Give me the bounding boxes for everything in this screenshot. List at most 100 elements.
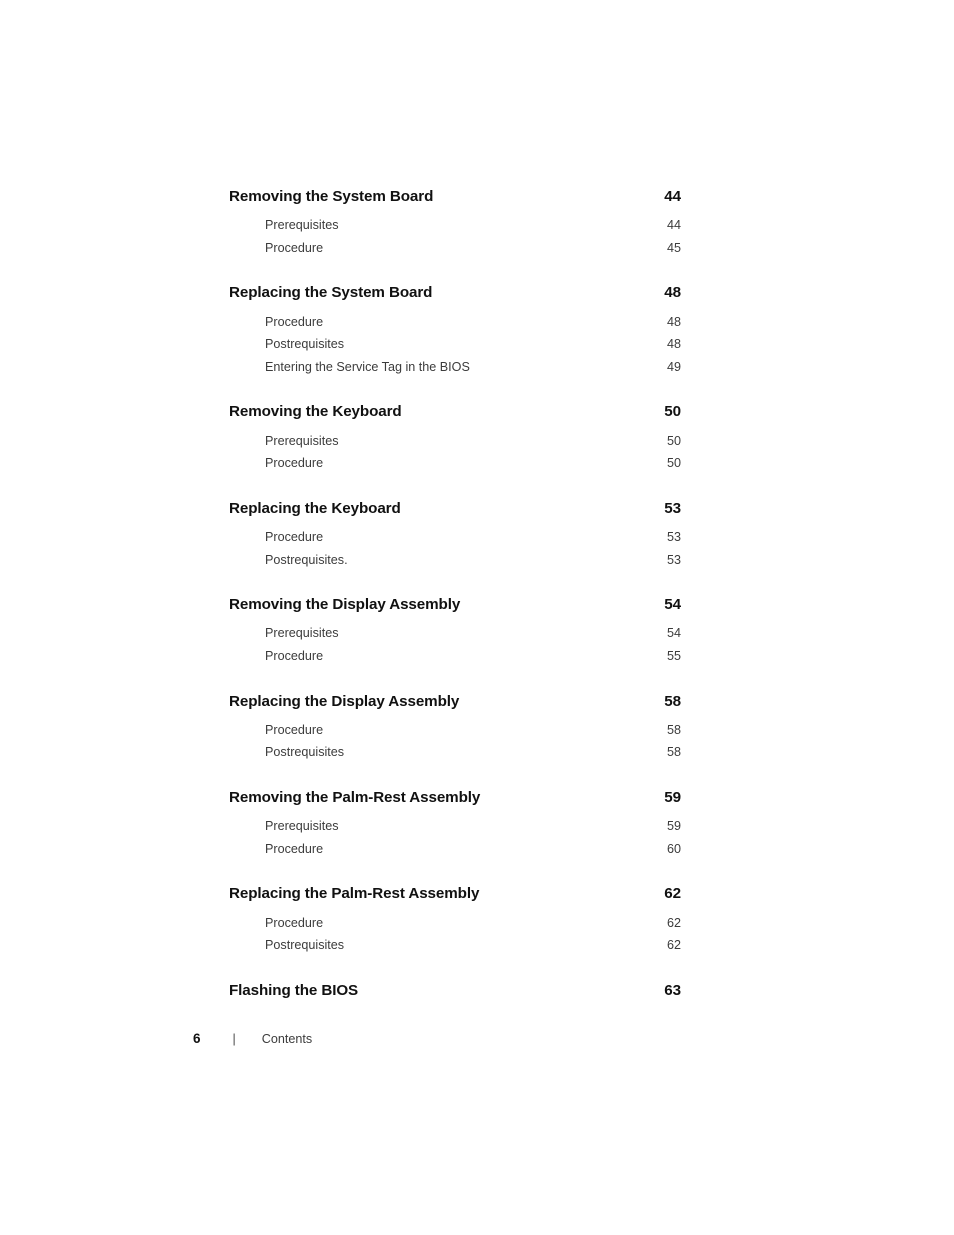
toc-heading-title: Replacing the Display Assembly bbox=[229, 692, 460, 710]
toc-subentry[interactable]: Entering the Service Tag in the BIOS 49 bbox=[229, 361, 681, 374]
toc-heading-entry[interactable]: Replacing the Palm-Rest Assembly 62 bbox=[229, 886, 681, 901]
toc-subentry[interactable]: Procedure 60 bbox=[229, 843, 681, 856]
toc-subentry[interactable]: Prerequisites 50 bbox=[229, 433, 681, 448]
toc-group: Replacing the Display Assembly 58 Procedur… bbox=[229, 692, 681, 759]
toc-subentry-title: Procedure bbox=[265, 722, 324, 737]
toc-heading-page-number: 53 bbox=[664, 499, 681, 517]
toc-heading-spacer bbox=[229, 612, 681, 627]
toc-subentry-page-number: 58 bbox=[666, 745, 681, 760]
toc-heading-page-number: 50 bbox=[664, 403, 681, 421]
toc-heading-title: Replacing the Palm-Rest Assembly bbox=[229, 885, 480, 903]
toc-heading-spacer bbox=[229, 301, 681, 316]
toc-heading-entry[interactable]: Removing the System Board 44 bbox=[229, 189, 681, 204]
toc-group: Removing the Palm-Rest Assembly 59 Prerequ… bbox=[229, 790, 681, 855]
toc-group: Removing the System Board 44 Prerequisites… bbox=[229, 189, 681, 254]
toc-subentry[interactable]: Procedure 45 bbox=[229, 242, 681, 255]
toc-subentry[interactable]: Procedure 48 bbox=[229, 314, 681, 329]
toc-subentry-list: Procedure 62 Postrequisites 62 bbox=[229, 915, 681, 952]
toc-subentry[interactable]: Prerequisites 59 bbox=[229, 820, 681, 833]
toc-group-spacer bbox=[229, 566, 681, 597]
toc-heading-spacer bbox=[229, 902, 681, 917]
toc-heading-page-number: 44 bbox=[664, 188, 681, 205]
toc-subentry-title: Postrequisites. bbox=[265, 552, 348, 567]
toc-subentry-page-number: 62 bbox=[666, 915, 681, 930]
toc-heading-page-number: 63 bbox=[664, 981, 681, 999]
toc-subentry[interactable]: Postrequisites 58 bbox=[229, 746, 681, 759]
toc-heading-page-number: 54 bbox=[664, 596, 681, 614]
toc-heading-entry[interactable]: Removing the Display Assembly 54 bbox=[229, 597, 681, 612]
toc-heading-title: Removing the Palm-Rest Assembly bbox=[229, 788, 481, 806]
toc-subentry-page-number: 62 bbox=[666, 938, 681, 953]
toc-heading-page-number: 48 bbox=[664, 284, 681, 302]
toc-subentry-title: Prerequisites bbox=[265, 626, 339, 641]
toc-subentry-title: Procedure bbox=[265, 456, 324, 471]
toc-heading-entry[interactable]: Removing the Keyboard 50 bbox=[229, 404, 681, 419]
toc-subentry-title: Procedure bbox=[265, 314, 324, 329]
toc-subentry-list: Prerequisites 50 Procedure 50 bbox=[229, 433, 681, 470]
toc-heading-spacer bbox=[229, 420, 681, 435]
toc-heading-title: Replacing the System Board bbox=[229, 284, 433, 302]
toc-subentry-page-number: 59 bbox=[666, 819, 681, 834]
toc-subentry-title: Prerequisites bbox=[265, 433, 339, 448]
toc-subentry-list: Procedure 48 Postrequisites 48 Entering the … bbox=[229, 314, 681, 374]
toc-subentry[interactable]: Postrequisites. 53 bbox=[229, 552, 681, 567]
toc-subentry-title: Prerequisites bbox=[265, 218, 339, 233]
toc-heading-page-number: 59 bbox=[664, 788, 681, 806]
toc-subentry-page-number: 50 bbox=[666, 456, 681, 471]
toc-heading-entry[interactable]: Replacing the System Board 48 bbox=[229, 285, 681, 300]
toc-subentry[interactable]: Prerequisites 54 bbox=[229, 627, 681, 640]
toc-subentry-list: Procedure 53 Postrequisites. 53 bbox=[229, 531, 681, 566]
toc-heading-page-number: 62 bbox=[664, 885, 681, 903]
toc-group-spacer bbox=[229, 470, 681, 501]
toc-subentry-page-number: 60 bbox=[666, 841, 681, 856]
toc-subentry-title: Postrequisites bbox=[265, 745, 345, 760]
toc-subentry-page-number: 58 bbox=[666, 722, 681, 737]
toc-heading-page-number: 58 bbox=[664, 692, 681, 710]
toc-heading-spacer bbox=[229, 805, 681, 820]
toc-heading-title: Replacing the Keyboard bbox=[229, 499, 401, 517]
toc-subentry-list: Prerequisites 54 Procedure 55 bbox=[229, 627, 681, 662]
toc-subentry-page-number: 55 bbox=[666, 648, 681, 663]
toc-heading-spacer bbox=[229, 516, 681, 531]
toc-subentry-title: Prerequisites bbox=[265, 819, 339, 834]
toc-subentry-page-number: 53 bbox=[666, 529, 681, 544]
toc-subentry[interactable]: Postrequisites 62 bbox=[229, 939, 681, 952]
toc-subentry-title: Procedure bbox=[265, 841, 324, 856]
toc-subentry-title: Postrequisites bbox=[265, 337, 345, 352]
toc-subentry-page-number: 50 bbox=[666, 433, 681, 448]
toc-subentry-page-number: 48 bbox=[666, 314, 681, 329]
toc-subentry[interactable]: Procedure 50 bbox=[229, 457, 681, 470]
toc-subentry-page-number: 48 bbox=[666, 337, 681, 352]
toc-subentry-page-number: 49 bbox=[666, 359, 681, 374]
toc-heading-entry[interactable]: Replacing the Keyboard 53 bbox=[229, 501, 681, 516]
toc-subentry-list: Prerequisites 44 Procedure 45 bbox=[229, 219, 681, 254]
table-of-contents: Removing the System Board 44 Prerequisites… bbox=[229, 189, 681, 998]
toc-subentry-page-number: 45 bbox=[666, 240, 681, 255]
footer-page-number: 6 bbox=[193, 1031, 201, 1046]
toc-heading-title: Removing the Keyboard bbox=[229, 403, 402, 421]
toc-subentry[interactable]: Prerequisites 44 bbox=[229, 219, 681, 232]
page-footer: 6 | Contents bbox=[193, 1031, 312, 1046]
toc-heading-entry[interactable]: Replacing the Display Assembly 58 bbox=[229, 692, 681, 710]
toc-subentry-page-number: 44 bbox=[666, 218, 681, 233]
toc-group: Replacing the Palm-Rest Assembly 62 Proced… bbox=[229, 886, 681, 951]
toc-subentry[interactable]: Procedure 53 bbox=[229, 531, 681, 544]
toc-subentry[interactable]: Postrequisites 48 bbox=[229, 338, 681, 351]
toc-heading-entry[interactable]: Flashing the BIOS 63 bbox=[229, 983, 681, 998]
toc-subentry[interactable]: Procedure 55 bbox=[229, 650, 681, 663]
toc-subentry-title: Procedure bbox=[265, 648, 324, 663]
toc-group: Flashing the BIOS 63 bbox=[229, 983, 681, 998]
toc-heading-title: Removing the Display Assembly bbox=[229, 596, 461, 614]
toc-subentry[interactable]: Procedure 58 bbox=[229, 724, 681, 737]
toc-subentry-title: Postrequisites bbox=[265, 938, 345, 953]
toc-page: Removing the System Board 44 Prerequisites… bbox=[0, 0, 954, 1235]
footer-separator: | bbox=[232, 1032, 236, 1046]
toc-heading-entry[interactable]: Removing the Palm-Rest Assembly 59 bbox=[229, 790, 681, 805]
toc-subentry-page-number: 54 bbox=[666, 626, 681, 641]
toc-subentry-title: Entering the Service Tag in the BIOS bbox=[265, 359, 470, 374]
footer-section-label: Contents bbox=[261, 1032, 313, 1046]
toc-subentry-title: Procedure bbox=[265, 915, 324, 930]
toc-heading-spacer bbox=[229, 709, 681, 724]
toc-group-spacer bbox=[229, 759, 681, 790]
toc-subentry[interactable]: Procedure 62 bbox=[229, 915, 681, 930]
